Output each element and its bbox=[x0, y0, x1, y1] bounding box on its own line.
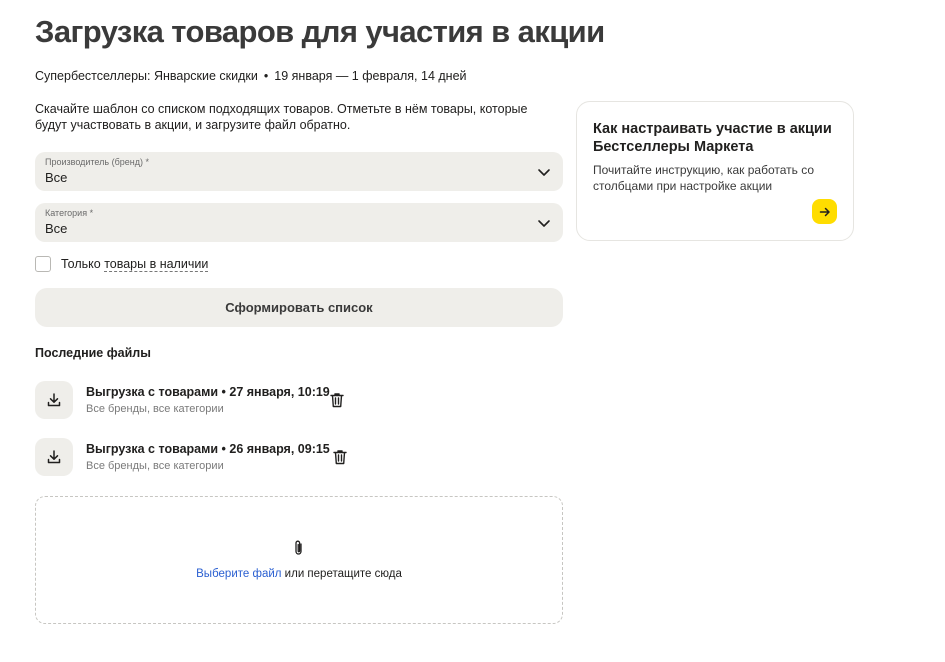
trash-icon bbox=[330, 393, 344, 408]
arrow-right-icon bbox=[819, 207, 830, 216]
trash-icon bbox=[333, 450, 347, 465]
help-card-text: Почитайте инструкцию, как работать со ст… bbox=[593, 163, 815, 193]
in-stock-hint-link[interactable]: товары в наличии bbox=[104, 256, 209, 272]
brand-select-label: Производитель (бренд) * bbox=[45, 157, 149, 167]
delete-button[interactable] bbox=[329, 391, 345, 409]
in-stock-label: Только товары в наличии bbox=[61, 256, 209, 272]
promo-name: Супербестселлеры: Январские скидки bbox=[35, 69, 258, 83]
brand-select-value: Все bbox=[45, 170, 68, 185]
dropzone-text: Выберите файл или перетащите сюда bbox=[36, 568, 562, 580]
delete-button[interactable] bbox=[332, 448, 348, 466]
generate-list-button[interactable]: Сформировать список bbox=[35, 288, 563, 327]
promo-subtitle: Супербестселлеры: Январские скидки • 19 ян… bbox=[35, 69, 467, 83]
file-meta: Все бренды, все категории bbox=[86, 403, 224, 415]
download-button[interactable] bbox=[35, 381, 73, 419]
download-icon bbox=[47, 393, 61, 407]
download-icon bbox=[47, 450, 61, 464]
category-select[interactable]: Категория * Все bbox=[35, 203, 563, 242]
recent-files-title: Последние файлы bbox=[35, 346, 151, 360]
file-dropzone[interactable]: Выберите файл или перетащите сюда bbox=[35, 496, 563, 624]
dropzone-hint: или перетащите сюда bbox=[281, 568, 402, 580]
brand-select[interactable]: Производитель (бренд) * Все bbox=[35, 152, 563, 191]
page-title: Загрузка товаров для участия в акции bbox=[35, 14, 605, 49]
in-stock-checkbox-row[interactable]: Только товары в наличии bbox=[35, 255, 209, 272]
in-stock-checkbox[interactable] bbox=[35, 255, 51, 272]
instructions-text: Скачайте шаблон со списком подходящих то… bbox=[35, 102, 528, 132]
help-card-title: Как настраивать участие в акции Бестселл… bbox=[593, 121, 832, 155]
in-stock-label-prefix: Только bbox=[61, 256, 105, 271]
promo-dates: 19 января — 1 февраля, 14 дней bbox=[274, 69, 467, 83]
category-select-label: Категория * bbox=[45, 208, 94, 218]
separator-dot: • bbox=[263, 69, 269, 83]
chevron-down-icon bbox=[538, 169, 550, 176]
category-select-value: Все bbox=[45, 221, 68, 236]
help-card-arrow-button[interactable] bbox=[812, 199, 837, 224]
help-card[interactable]: Как настраивать участие в акции Бестселл… bbox=[576, 101, 854, 241]
file-name: Выгрузка с товарами • 27 января, 10:19 bbox=[86, 385, 330, 399]
file-name: Выгрузка с товарами • 26 января, 09:15 bbox=[86, 442, 330, 456]
paperclip-icon bbox=[295, 540, 302, 555]
choose-file-link[interactable]: Выберите файл bbox=[196, 568, 281, 580]
download-button[interactable] bbox=[35, 438, 73, 476]
chevron-down-icon bbox=[538, 220, 550, 227]
file-meta: Все бренды, все категории bbox=[86, 460, 224, 472]
